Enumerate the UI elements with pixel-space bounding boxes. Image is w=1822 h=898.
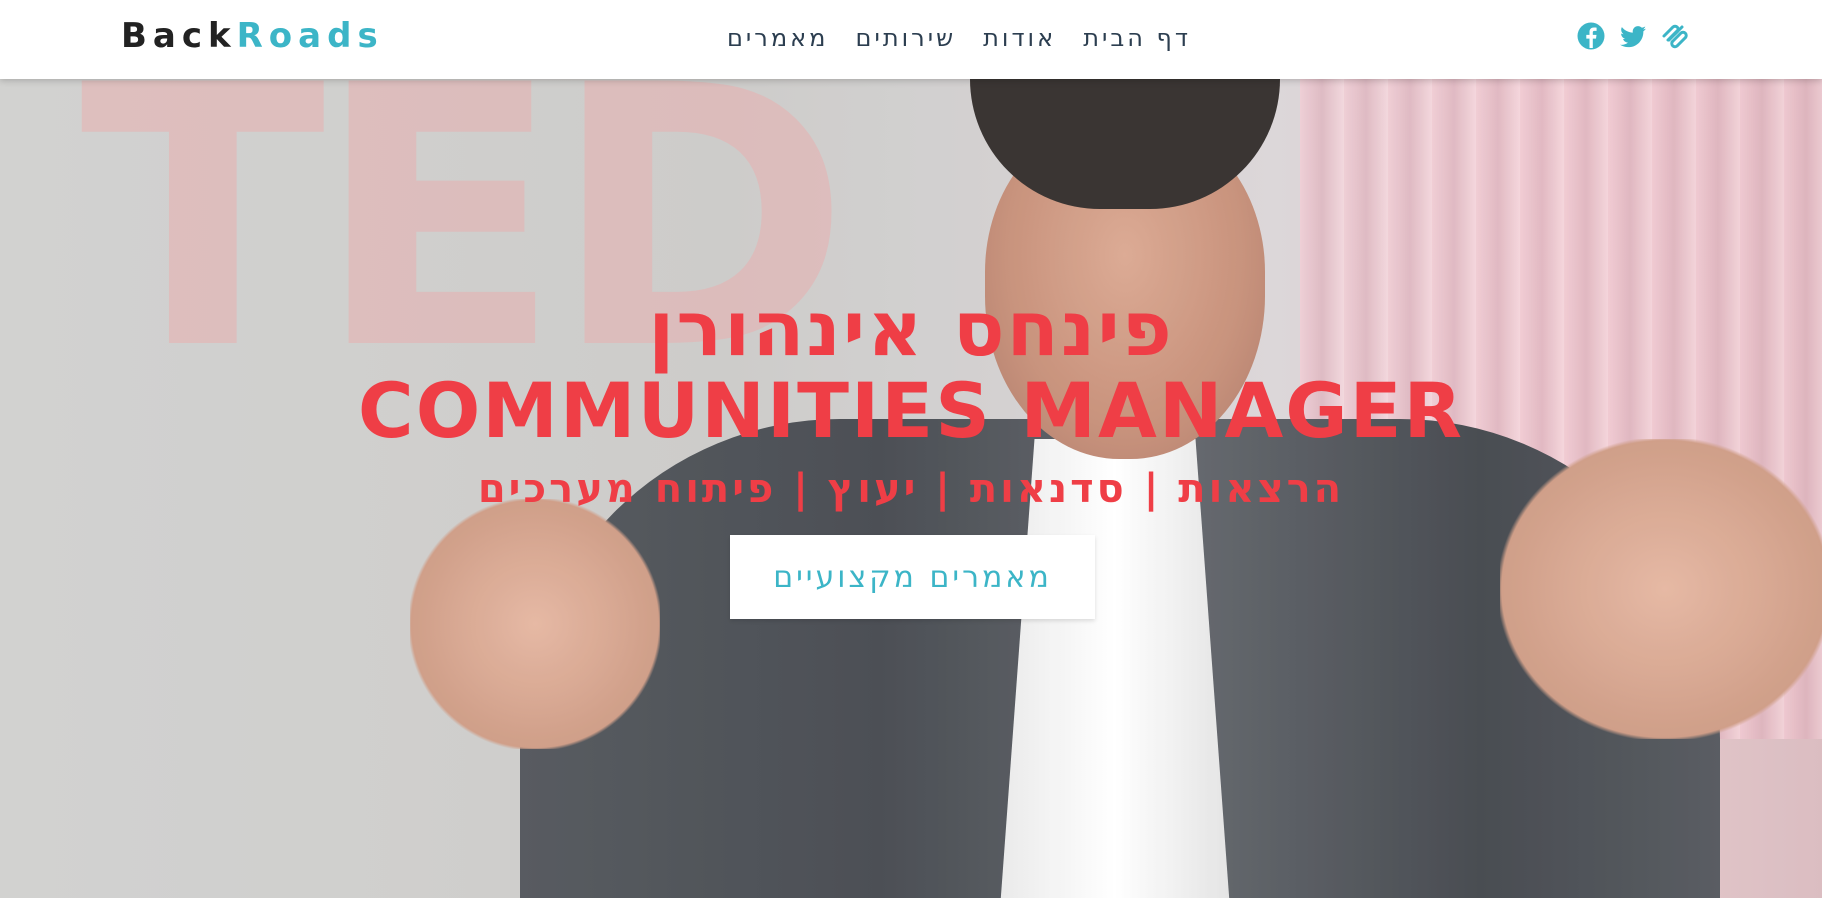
facebook-icon[interactable] [1576,21,1606,51]
logo-part-back: Back [121,16,237,56]
hero-role: COMMUNITIES MANAGER [357,366,1465,455]
squarespace-icon[interactable] [1660,21,1690,51]
navbar: BackRoads דף הבית אודות שירותים מאמרים [0,0,1822,79]
social-links [1576,20,1690,52]
main-nav: דף הבית אודות שירותים מאמרים [727,22,1191,54]
hero-services: הרצאות | סדנאות | יעוץ | פיתוח מערכים [477,466,1345,512]
articles-button[interactable]: מאמרים מקצועיים [730,535,1095,619]
logo-part-roads: Roads [236,16,384,56]
hero-section: TED פינחס אינהורן COMMUNITIES MANAGER הר… [0,79,1822,898]
nav-link-about[interactable]: אודות [983,24,1056,52]
nav-link-services[interactable]: שירותים [856,24,957,52]
nav-link-home[interactable]: דף הבית [1083,24,1191,52]
site-logo[interactable]: BackRoads [121,16,384,56]
nav-link-articles[interactable]: מאמרים [727,24,828,52]
hero-name: פינחס אינהורן [648,284,1174,373]
twitter-icon[interactable] [1618,21,1648,51]
hero-content: פינחס אינהורן COMMUNITIES MANAGER הרצאות… [0,79,1822,898]
